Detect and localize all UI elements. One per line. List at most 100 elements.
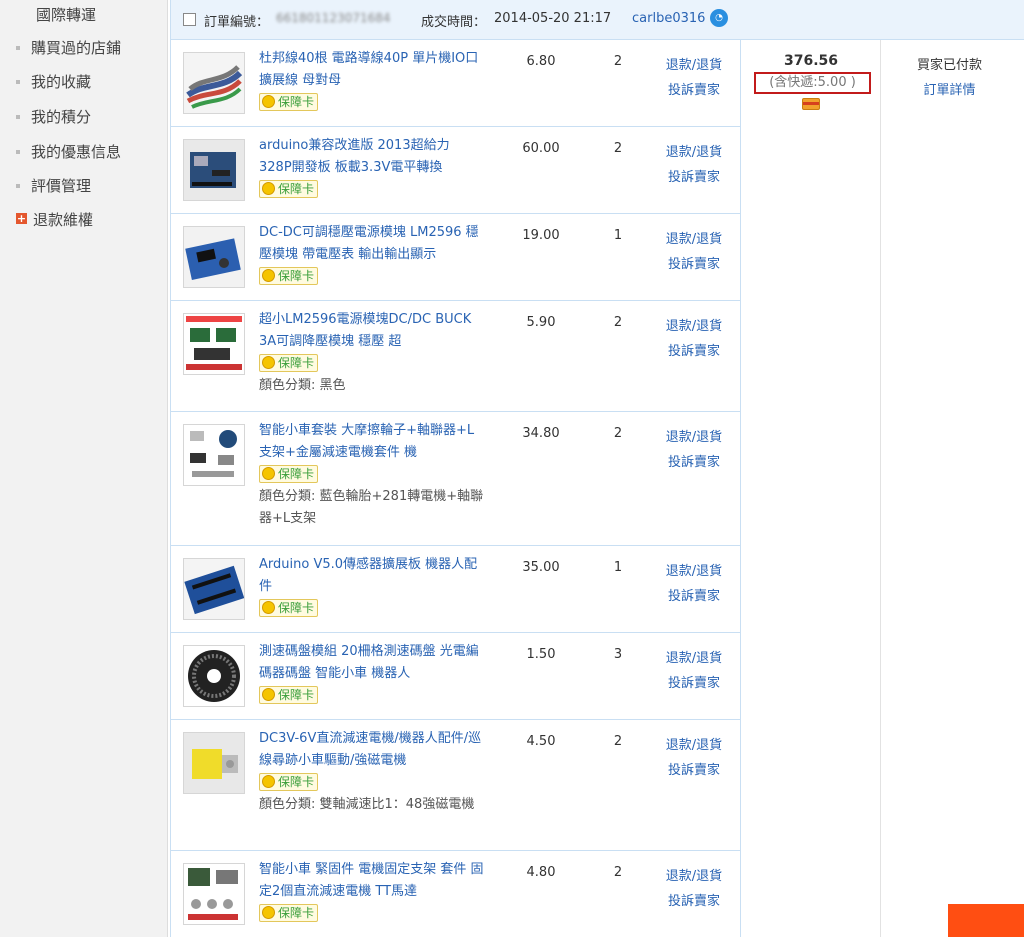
- bullet-icon: [16, 149, 20, 154]
- sun-icon: [262, 356, 275, 369]
- sidebar-item-purchased-shops[interactable]: 購買過的店鋪: [16, 38, 121, 58]
- item-quantity: 2: [613, 734, 623, 749]
- sidebar-item-favorites[interactable]: 我的收藏: [16, 72, 91, 92]
- sidebar-item-coupons[interactable]: 我的優惠信息: [16, 142, 121, 162]
- product-thumbnail[interactable]: [183, 558, 245, 620]
- product-thumbnail[interactable]: [183, 424, 245, 486]
- product-info: DC-DC可調穩壓電源模塊 LM2596 穩壓模塊 帶電壓表 輸出輸出顯示 保障…: [259, 222, 484, 288]
- complain-seller-link[interactable]: 投訴賣家: [659, 79, 729, 98]
- sidebar-item-refund-rights[interactable]: + 退款維權: [16, 210, 93, 230]
- guarantee-card-badge[interactable]: 保障卡: [259, 904, 319, 922]
- refund-link[interactable]: 退款/退貨: [659, 734, 729, 753]
- badge-label: 保障卡: [278, 182, 315, 196]
- guarantee-card-badge[interactable]: 保障卡: [259, 354, 319, 372]
- guarantee-card-badge[interactable]: 保障卡: [259, 686, 319, 704]
- sun-icon: [262, 467, 275, 480]
- refund-link[interactable]: 退款/退貨: [659, 315, 729, 334]
- chat-icon[interactable]: ◔: [710, 9, 728, 27]
- product-thumbnail[interactable]: [183, 226, 245, 288]
- sidebar-item-label: 我的收藏: [31, 73, 92, 91]
- item-quantity: 1: [613, 560, 623, 575]
- deal-time-value: 2014-05-20 21:17: [494, 11, 612, 26]
- sidebar-item-label: 我的積分: [31, 108, 92, 126]
- badge-label: 保障卡: [278, 688, 315, 702]
- sun-icon: [262, 775, 275, 788]
- guarantee-card-badge[interactable]: 保障卡: [259, 93, 319, 111]
- guarantee-card-badge[interactable]: 保障卡: [259, 773, 319, 791]
- order-item: arduino兼容改進版 2013超給力 328P開發板 板載3.3V電平轉換 …: [171, 127, 740, 214]
- item-quantity: 3: [613, 647, 623, 662]
- product-title-link[interactable]: DC3V-6V直流減速電機/機器人配件/巡線尋跡小車驅動/強磁電機: [259, 728, 484, 772]
- product-info: 杜邦線40根 電路導線40P 單片機IO口擴展線 母對母 保障卡: [259, 48, 484, 114]
- order-item: 超小LM2596電源模塊DC/DC BUCK 3A可調降壓模塊 穩壓 超 保障卡…: [171, 301, 740, 412]
- refund-link[interactable]: 退款/退貨: [659, 141, 729, 160]
- order-header: 訂單編號： 661801123071684 成交時間： 2014-05-20 2…: [170, 0, 1024, 40]
- refund-link[interactable]: 退款/退貨: [659, 560, 729, 579]
- product-thumbnail[interactable]: [183, 863, 245, 925]
- sun-icon: [262, 601, 275, 614]
- product-title-link[interactable]: DC-DC可調穩壓電源模塊 LM2596 穩壓模塊 帶電壓表 輸出輸出顯示: [259, 222, 484, 266]
- product-title-link[interactable]: 杜邦線40根 電路導線40P 單片機IO口擴展線 母對母: [259, 48, 484, 92]
- complain-seller-link[interactable]: 投訴賣家: [659, 340, 729, 359]
- product-title-link[interactable]: Arduino V5.0傳感器擴展板 機器人配件: [259, 554, 484, 598]
- badge-label: 保障卡: [278, 775, 315, 789]
- bullet-icon: [16, 45, 20, 50]
- complain-seller-link[interactable]: 投訴賣家: [659, 672, 729, 691]
- item-price: 34.80: [522, 426, 560, 441]
- item-quantity: 2: [613, 865, 623, 880]
- complain-seller-link[interactable]: 投訴賣家: [659, 759, 729, 778]
- product-thumbnail[interactable]: [183, 52, 245, 114]
- order-detail-link[interactable]: 訂單詳情: [881, 79, 1018, 98]
- product-variant: 顏色分類: 雙軸減速比1：48強磁電機: [259, 797, 475, 812]
- product-title-link[interactable]: 測速碼盤模組 20柵格測速碼盤 光電編碼器碼盤 智能小車 機器人: [259, 641, 484, 685]
- guarantee-card-badge[interactable]: 保障卡: [259, 180, 319, 198]
- floating-action-button[interactable]: [948, 904, 1024, 937]
- item-price: 4.50: [526, 734, 556, 749]
- guarantee-card-badge[interactable]: 保障卡: [259, 465, 319, 483]
- refund-link[interactable]: 退款/退貨: [659, 647, 729, 666]
- sidebar-item-label: 我的優惠信息: [31, 143, 122, 161]
- sidebar-item-label: 評價管理: [31, 177, 92, 195]
- product-thumbnail[interactable]: [183, 313, 245, 375]
- product-thumbnail[interactable]: [183, 732, 245, 794]
- order-item: 智能小車套裝 大摩擦輪子+軸聯器+L支架+金屬減速電機套件 機 保障卡 顏色分類…: [171, 412, 740, 546]
- bullet-icon: [16, 183, 20, 188]
- complain-seller-link[interactable]: 投訴賣家: [659, 253, 729, 272]
- sidebar-item-international-shipping[interactable]: 國際轉運: [36, 5, 96, 25]
- complain-seller-link[interactable]: 投訴賣家: [659, 890, 729, 909]
- product-thumbnail[interactable]: [183, 139, 245, 201]
- guarantee-card-badge[interactable]: 保障卡: [259, 599, 319, 617]
- refund-link[interactable]: 退款/退貨: [659, 865, 729, 884]
- sidebar-item-points[interactable]: 我的積分: [16, 107, 91, 127]
- seller-link[interactable]: carlbe0316: [632, 11, 705, 26]
- guarantee-card-badge[interactable]: 保障卡: [259, 267, 319, 285]
- item-price: 60.00: [522, 141, 560, 156]
- refund-link[interactable]: 退款/退貨: [659, 426, 729, 445]
- refund-link[interactable]: 退款/退貨: [659, 54, 729, 73]
- item-quantity: 2: [613, 54, 623, 69]
- badge-label: 保障卡: [278, 356, 315, 370]
- complain-seller-link[interactable]: 投訴賣家: [659, 451, 729, 470]
- product-title-link[interactable]: arduino兼容改進版 2013超給力 328P開發板 板載3.3V電平轉換: [259, 135, 484, 179]
- complain-seller-link[interactable]: 投訴賣家: [659, 166, 729, 185]
- order-item: 智能小車 緊固件 電機固定支架 套件 固定2個直流減速電機 TT馬達 保障卡 4…: [171, 851, 740, 937]
- product-thumbnail[interactable]: [183, 645, 245, 707]
- product-info: 智能小車 緊固件 電機固定支架 套件 固定2個直流減速電機 TT馬達 保障卡: [259, 859, 484, 925]
- expand-plus-icon[interactable]: +: [16, 213, 27, 224]
- order-select-checkbox[interactable]: [183, 13, 196, 26]
- product-title-link[interactable]: 智能小車套裝 大摩擦輪子+軸聯器+L支架+金屬減速電機套件 機: [259, 420, 484, 464]
- sidebar-item-label: 退款維權: [33, 211, 94, 229]
- sidebar-item-reviews[interactable]: 評價管理: [16, 176, 91, 196]
- sun-icon: [262, 906, 275, 919]
- complain-seller-link[interactable]: 投訴賣家: [659, 585, 729, 604]
- refund-link[interactable]: 退款/退貨: [659, 228, 729, 247]
- order-item: DC3V-6V直流減速電機/機器人配件/巡線尋跡小車驅動/強磁電機 保障卡 顏色…: [171, 720, 740, 851]
- product-variant: 顏色分類: 黑色: [259, 378, 346, 393]
- sidebar-item-label: 購買過的店鋪: [31, 39, 122, 57]
- item-price: 35.00: [522, 560, 560, 575]
- order-status: 買家已付款: [916, 58, 982, 73]
- product-title-link[interactable]: 超小LM2596電源模塊DC/DC BUCK 3A可調降壓模塊 穩壓 超: [259, 309, 484, 353]
- order-item: 測速碼盤模組 20柵格測速碼盤 光電編碼器碼盤 智能小車 機器人 保障卡 1.5…: [171, 633, 740, 720]
- product-title-link[interactable]: 智能小車 緊固件 電機固定支架 套件 固定2個直流減速電機 TT馬達: [259, 859, 484, 903]
- badge-label: 保障卡: [278, 95, 315, 109]
